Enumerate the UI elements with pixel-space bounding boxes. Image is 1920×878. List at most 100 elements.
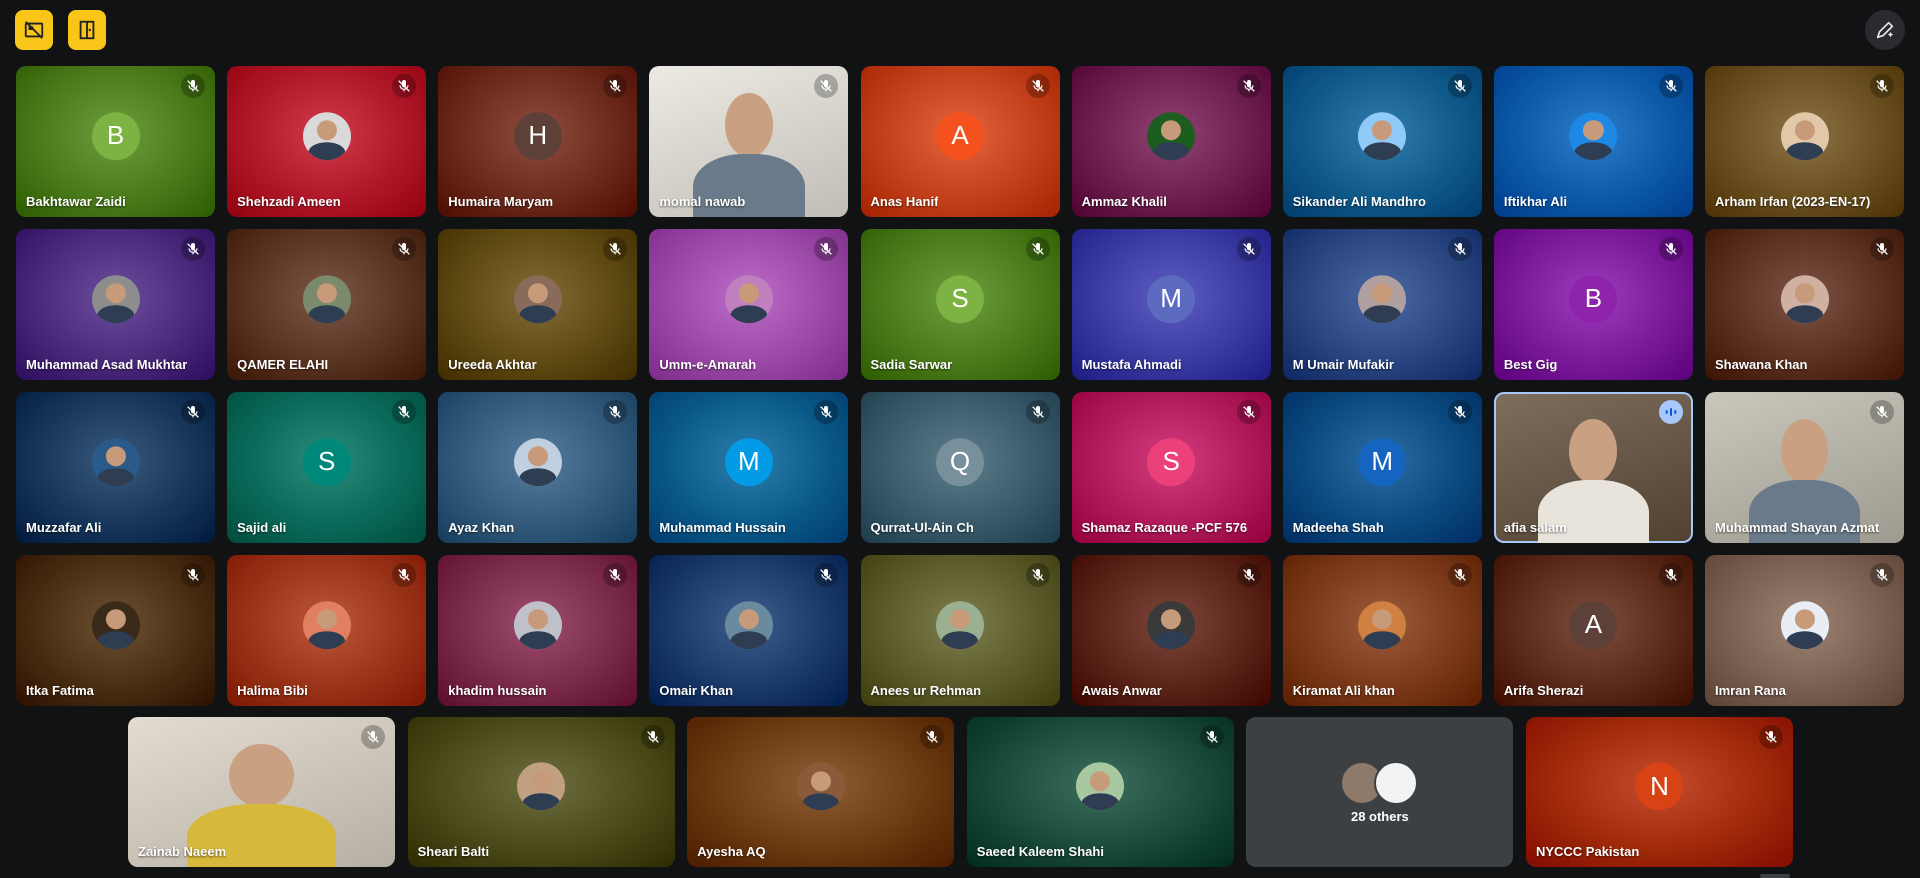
avatar [724, 274, 773, 323]
mic-off-icon [392, 400, 417, 424]
participant-tile[interactable]: khadim hussain [438, 555, 638, 706]
participant-grid-last-row: Zainab Naeem Sheari Balti Ayesha AQ Saeed K… [128, 717, 1793, 867]
participant-tile[interactable]: Itka Fatima [16, 555, 215, 706]
scroll-indicator[interactable] [1760, 874, 1790, 878]
speaking-indicator-icon [1658, 400, 1683, 424]
participant-name: Saeed Kaleem Shahi [976, 844, 1104, 859]
mic-off-icon [1199, 725, 1224, 749]
participant-name: Bakhtawar Zaidi [26, 194, 126, 209]
mic-off-icon [1758, 725, 1783, 749]
participant-tile[interactable]: M Umair Mufakir [1282, 229, 1482, 380]
layout-toggle-button[interactable] [15, 10, 53, 50]
participant-name: Ammaz Khalil [1081, 194, 1167, 209]
participant-tile[interactable]: B Bakhtawar Zaidi [16, 66, 215, 217]
participant-tile[interactable]: Muzzafar Ali [16, 392, 215, 543]
mic-off-icon [1658, 74, 1683, 98]
participant-tile[interactable]: Umm-e-Amarah [649, 229, 849, 380]
participant-tile[interactable]: 28 others [1246, 717, 1514, 867]
participant-tile[interactable]: Ammaz Khalil [1071, 66, 1271, 217]
participant-name: Omair Khan [659, 683, 734, 698]
participant-tile[interactable]: Imran Rana [1705, 555, 1904, 706]
participant-tile[interactable]: Awais Anwar [1071, 555, 1271, 706]
participant-tile[interactable]: H Humaira Maryam [438, 66, 638, 217]
mic-off-icon [1447, 400, 1472, 424]
avatar [91, 600, 140, 649]
participant-tile[interactable]: S Sajid ali [227, 392, 427, 543]
avatar [91, 274, 140, 323]
participant-tile[interactable]: M Madeeha Shah [1282, 392, 1482, 543]
mic-off-icon [1236, 400, 1261, 424]
mic-off-icon [1870, 400, 1894, 424]
participant-name: Iftikhar Ali [1503, 194, 1567, 209]
participant-tile[interactable]: Q Qurrat-Ul-Ain Ch [860, 392, 1060, 543]
avatar: M [1147, 274, 1196, 323]
avatar: N [1635, 762, 1684, 811]
mic-off-icon [181, 237, 205, 261]
mic-off-icon [603, 563, 628, 587]
participant-tile[interactable]: Muhammad Asad Mukhtar [16, 229, 215, 380]
participant-tile[interactable]: N NYCCC Pakistan [1525, 717, 1793, 867]
participant-tile[interactable]: Omair Khan [649, 555, 849, 706]
participant-tile[interactable]: S Shamaz Razaque -PCF 576 [1071, 392, 1271, 543]
mic-off-icon [603, 74, 628, 98]
participant-tile[interactable]: Arham Irfan (2023-EN-17) [1705, 66, 1904, 217]
participant-tile[interactable]: A Arifa Sherazi [1493, 555, 1693, 706]
participant-tile[interactable]: Ureeda Akhtar [438, 229, 638, 380]
participant-tile[interactable]: Iftikhar Ali [1493, 66, 1693, 217]
participant-name: Ureeda Akhtar [448, 357, 537, 372]
participant-tile[interactable]: B Best Gig [1493, 229, 1693, 380]
mic-off-icon [1870, 74, 1894, 98]
participant-tile[interactable]: Anees ur Rehman [860, 555, 1060, 706]
participant-name: Muzzafar Ali [26, 520, 102, 535]
participant-tile[interactable]: Shehzadi Ameen [227, 66, 427, 217]
mic-off-icon [361, 725, 385, 749]
mic-off-icon [1236, 237, 1261, 261]
participant-tile[interactable]: M Mustafa Ahmadi [1071, 229, 1271, 380]
avatar [513, 600, 562, 649]
participant-name: Halima Bibi [237, 683, 308, 698]
participant-tile[interactable]: Sheari Balti [407, 717, 675, 867]
participant-tile[interactable]: Sikander Ali Mandhro [1282, 66, 1482, 217]
room-button[interactable] [68, 10, 106, 50]
participant-tile[interactable]: Saeed Kaleem Shahi [966, 717, 1234, 867]
participant-tile[interactable]: A Anas Hanif [860, 66, 1060, 217]
participant-name: Shehzadi Ameen [237, 194, 341, 209]
avatar: S [302, 437, 351, 486]
door-exit-icon [79, 20, 95, 40]
participant-name: Madeeha Shah [1292, 520, 1384, 535]
participant-tile[interactable]: S Sadia Sarwar [860, 229, 1060, 380]
participant-tile[interactable]: Muhammad Shayan Azmat [1705, 392, 1904, 543]
participant-tile[interactable]: momal nawab [649, 66, 849, 217]
avatar: Q [936, 437, 984, 486]
avatar: A [936, 111, 984, 160]
participant-name: Zainab Naeem [138, 844, 227, 859]
participant-tile[interactable]: Halima Bibi [227, 555, 427, 706]
avatar [1358, 111, 1407, 160]
participant-tile[interactable]: Kiramat Ali khan [1282, 555, 1482, 706]
participant-tile[interactable]: M Muhammad Hussain [649, 392, 849, 543]
participant-name: Shawana Khan [1715, 357, 1808, 372]
participant-tile[interactable]: afia salam [1493, 392, 1693, 543]
avatar: S [1147, 437, 1196, 486]
avatar: S [936, 274, 984, 323]
participant-name: Arifa Sherazi [1503, 683, 1584, 698]
avatar [91, 437, 140, 486]
participant-name: Qurrat-Ul-Ain Ch [870, 520, 974, 535]
mic-off-icon [181, 563, 205, 587]
participant-tile[interactable]: QAMER ELAHI [227, 229, 427, 380]
avatar: A [1569, 600, 1618, 649]
edit-pen-icon [1876, 21, 1894, 39]
mic-off-icon [814, 237, 839, 261]
participant-tile[interactable]: Ayesha AQ [687, 717, 955, 867]
participant-name: Muhammad Hussain [659, 520, 786, 535]
participant-tile[interactable]: Ayaz Khan [438, 392, 638, 543]
participant-tile[interactable]: Zainab Naeem [128, 717, 395, 867]
participant-tile[interactable]: Shawana Khan [1705, 229, 1904, 380]
edit-button[interactable] [1865, 10, 1905, 50]
avatar [796, 762, 845, 811]
mic-off-icon [603, 237, 628, 261]
mic-off-icon [1025, 563, 1050, 587]
mic-off-icon [920, 725, 945, 749]
others-count: 28 others [1350, 809, 1409, 824]
mic-off-icon [1447, 237, 1472, 261]
